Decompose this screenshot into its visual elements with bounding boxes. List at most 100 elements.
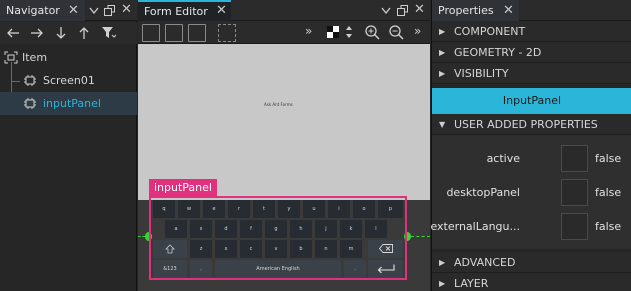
- reset-view-icon[interactable]: [218, 24, 236, 42]
- section-label: LAYER: [454, 277, 489, 290]
- float-window-icon[interactable]: [103, 4, 116, 17]
- section-user-added[interactable]: ▼ USER ADDED PROPERTIES: [432, 114, 631, 135]
- enter-key[interactable]: [368, 260, 403, 278]
- key[interactable]: c: [240, 240, 262, 258]
- key[interactable]: i: [328, 200, 350, 218]
- tab-navigator[interactable]: Navigator ✕: [0, 0, 85, 21]
- input-panel-frame[interactable]: q w e r t y u i o p a s d f g h j k l z …: [149, 196, 407, 280]
- chevron-right-icon: ▶: [439, 279, 446, 288]
- arrow-down-icon[interactable]: [55, 26, 67, 40]
- key[interactable]: a: [165, 220, 187, 238]
- section-label: ADVANCED: [454, 256, 516, 269]
- key[interactable]: v: [265, 240, 287, 258]
- key[interactable]: w: [178, 200, 200, 218]
- key[interactable]: k: [340, 220, 362, 238]
- key[interactable]: z: [190, 240, 212, 258]
- key[interactable]: u: [303, 200, 325, 218]
- property-name: externalLangu...: [430, 220, 520, 233]
- key[interactable]: n: [315, 240, 337, 258]
- key[interactable]: l: [365, 220, 387, 238]
- navigator-child-label: Screen01: [43, 74, 95, 87]
- close-panel-icon[interactable]: ✕: [121, 2, 132, 17]
- navigator-root-label: Item: [22, 51, 48, 64]
- property-value: false: [595, 152, 622, 165]
- key[interactable]: f: [240, 220, 262, 238]
- zoom-out-icon[interactable]: [388, 24, 404, 40]
- background-color-icon[interactable]: [327, 26, 339, 38]
- chevron-right-icon: ▶: [439, 69, 446, 78]
- key[interactable]: d: [215, 220, 237, 238]
- key[interactable]: h: [290, 220, 312, 238]
- spinbox-arrows-icon[interactable]: [345, 25, 353, 39]
- key[interactable]: s: [190, 220, 212, 238]
- arrow-up-icon[interactable]: [78, 26, 90, 40]
- overflow-icon[interactable]: »: [414, 24, 421, 38]
- section-component[interactable]: ▶ COMPONENT: [432, 21, 631, 42]
- zoom-in-icon[interactable]: [364, 24, 380, 40]
- property-checkbox[interactable]: [561, 145, 588, 172]
- key[interactable]: m: [340, 240, 362, 258]
- property-name: active: [486, 152, 520, 165]
- section-label: VISIBILITY: [454, 67, 509, 80]
- arrow-right-icon[interactable]: [30, 27, 44, 39]
- key[interactable]: j: [315, 220, 337, 238]
- overflow-icon[interactable]: »: [305, 24, 312, 38]
- space-key[interactable]: American English: [215, 260, 341, 278]
- section-label: USER ADDED PROPERTIES: [454, 118, 598, 131]
- close-icon[interactable]: ✕: [503, 0, 514, 21]
- snap-anchor-icon[interactable]: [142, 24, 160, 42]
- property-checkbox[interactable]: [561, 213, 588, 240]
- section-geometry[interactable]: ▶ GEOMETRY - 2D: [432, 42, 631, 63]
- tab-properties-label: Properties: [438, 4, 494, 17]
- chevron-down-icon[interactable]: [88, 4, 100, 16]
- canvas-text: Ask Ant Forms: [264, 102, 293, 107]
- close-panel-icon[interactable]: ✕: [414, 2, 425, 17]
- key[interactable]: e: [203, 200, 225, 218]
- key[interactable]: x: [215, 240, 237, 258]
- tab-form-editor[interactable]: Form Editor ✕: [138, 0, 231, 21]
- period-key[interactable]: .: [344, 260, 366, 278]
- arrow-left-icon[interactable]: [6, 27, 20, 39]
- key[interactable]: r: [228, 200, 250, 218]
- key[interactable]: b: [290, 240, 312, 258]
- snap-margin-icon[interactable]: [165, 24, 183, 42]
- chevron-down-icon[interactable]: [380, 4, 392, 16]
- float-window-icon[interactable]: [396, 4, 409, 17]
- section-visibility[interactable]: ▶ VISIBILITY: [432, 63, 631, 84]
- show-bounds-icon[interactable]: [188, 24, 206, 42]
- key[interactable]: q: [153, 200, 175, 218]
- property-value: false: [595, 220, 622, 233]
- comma-key[interactable]: ,: [190, 260, 212, 278]
- key[interactable]: y: [278, 200, 300, 218]
- close-icon[interactable]: ✕: [68, 0, 79, 21]
- filter-icon[interactable]: [101, 26, 117, 40]
- key[interactable]: o: [353, 200, 375, 218]
- chevron-right-icon: ▶: [439, 27, 446, 36]
- chevron-down-icon: ▼: [439, 120, 446, 129]
- navigator-item-screen01[interactable]: Screen01: [0, 69, 137, 92]
- component-icon: [23, 97, 37, 110]
- navigator-toolbar: [0, 22, 137, 44]
- tab-properties[interactable]: Properties ✕: [432, 0, 519, 21]
- property-value: false: [595, 186, 622, 199]
- symbol-key[interactable]: &123: [153, 260, 187, 278]
- navigator-item-inputpanel[interactable]: inputPanel: [0, 92, 137, 115]
- section-advanced[interactable]: ▶ ADVANCED: [432, 252, 631, 273]
- close-icon[interactable]: ✕: [216, 1, 227, 20]
- property-checkbox[interactable]: [561, 179, 588, 206]
- backspace-key[interactable]: [368, 240, 403, 258]
- navigator-panel: Navigator ✕ ✕ Item Screen01 inputPanel: [0, 0, 137, 291]
- form-editor-toolbar: » »: [138, 21, 430, 44]
- chevron-right-icon: ▶: [439, 48, 446, 57]
- section-layer[interactable]: ▶ LAYER: [432, 273, 631, 291]
- key[interactable]: p: [378, 200, 403, 218]
- type-name-bar: InputPanel: [432, 88, 631, 114]
- key[interactable]: t: [253, 200, 275, 218]
- shift-key[interactable]: [153, 240, 187, 258]
- key[interactable]: g: [265, 220, 287, 238]
- section-label: COMPONENT: [454, 25, 526, 38]
- navigator-item-root[interactable]: Item: [0, 46, 137, 69]
- chevron-right-icon: ▶: [439, 258, 446, 267]
- properties-panel: Properties ✕ ▶ COMPONENT ▶ GEOMETRY - 2D…: [430, 0, 631, 291]
- property-row: desktopPanel false: [432, 176, 631, 209]
